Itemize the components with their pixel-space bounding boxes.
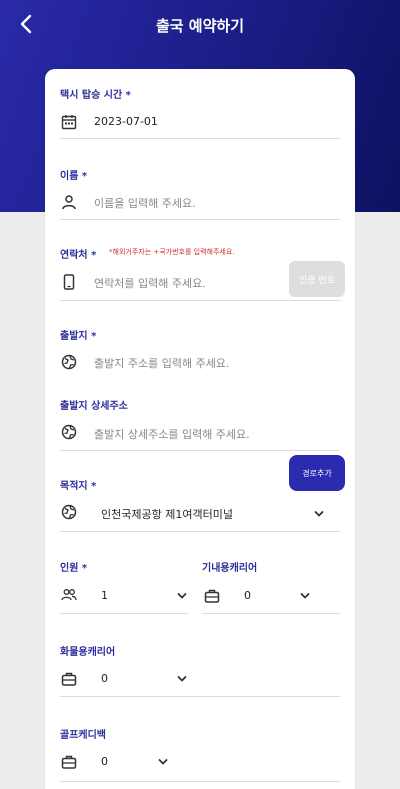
divider [60, 531, 340, 532]
contact-input[interactable]: 연락처를 입력해 주세요. [94, 275, 206, 291]
globe-icon [61, 354, 77, 370]
globe-icon [61, 504, 77, 520]
name-input[interactable]: 이름을 입력해 주세요. [94, 195, 196, 211]
golf-bag-label: 골프케디백 [60, 730, 106, 741]
divider [202, 613, 340, 614]
carry-on-label: 기내용캐리어 [202, 563, 258, 574]
departure-label: 출발지 * [60, 331, 97, 342]
passengers-select[interactable]: 1 [101, 589, 108, 602]
divider [60, 696, 340, 697]
page-title: 출국 예약하기 [155, 17, 245, 35]
checked-luggage-select[interactable]: 0 [101, 672, 108, 685]
divider [60, 219, 340, 220]
chevron-down-icon[interactable] [176, 673, 188, 685]
suitcase-icon [61, 754, 77, 770]
name-label: 이름 * [60, 171, 88, 182]
smartphone-icon [61, 274, 77, 290]
reservation-form-card: 택시 탑승 시간 * 2023-07-01 이름 * 이름을 입력해 주세요. … [45, 69, 355, 789]
suitcase-icon [61, 671, 77, 687]
checked-luggage-label: 화물용캐리어 [60, 647, 116, 658]
chevron-down-icon[interactable] [176, 590, 188, 602]
contact-label: 연락처 * [60, 250, 97, 261]
departure-detail-label: 출발지 상세주소 [60, 401, 128, 412]
divider [60, 450, 340, 451]
contact-note: *해외거주자는 +국가번호를 입력해주세요. [109, 248, 235, 256]
divider [60, 781, 340, 782]
passengers-label: 인원 * [60, 563, 88, 574]
departure-detail-input[interactable]: 출발지 상세주소를 입력해 주세요. [94, 426, 250, 442]
group-icon [61, 587, 77, 603]
globe-icon [61, 424, 77, 440]
golf-bag-select[interactable]: 0 [101, 755, 108, 768]
chevron-down-icon[interactable] [157, 756, 169, 768]
add-waypoint-button[interactable]: 경로추가 [289, 455, 345, 491]
pickup-time-label: 택시 탑승 시간 * [60, 90, 131, 101]
chevron-down-icon[interactable] [299, 590, 311, 602]
chevron-down-icon[interactable] [313, 508, 325, 520]
divider [60, 138, 340, 139]
destination-select[interactable]: 인천국제공항 제1여객터미널 [101, 506, 233, 522]
carry-on-select[interactable]: 0 [244, 589, 251, 602]
calendar-icon [61, 114, 77, 130]
divider [60, 613, 188, 614]
top-bar: 출국 예약하기 [0, 0, 400, 52]
verification-code-button[interactable]: 인증 번호 [289, 261, 345, 297]
departure-input[interactable]: 출발지 주소를 입력해 주세요. [94, 355, 229, 371]
suitcase-icon [204, 588, 220, 604]
person-icon [61, 194, 77, 210]
pickup-time-field[interactable]: 2023-07-01 [94, 115, 158, 128]
divider [60, 300, 340, 301]
destination-label: 목적지 * [60, 481, 97, 492]
